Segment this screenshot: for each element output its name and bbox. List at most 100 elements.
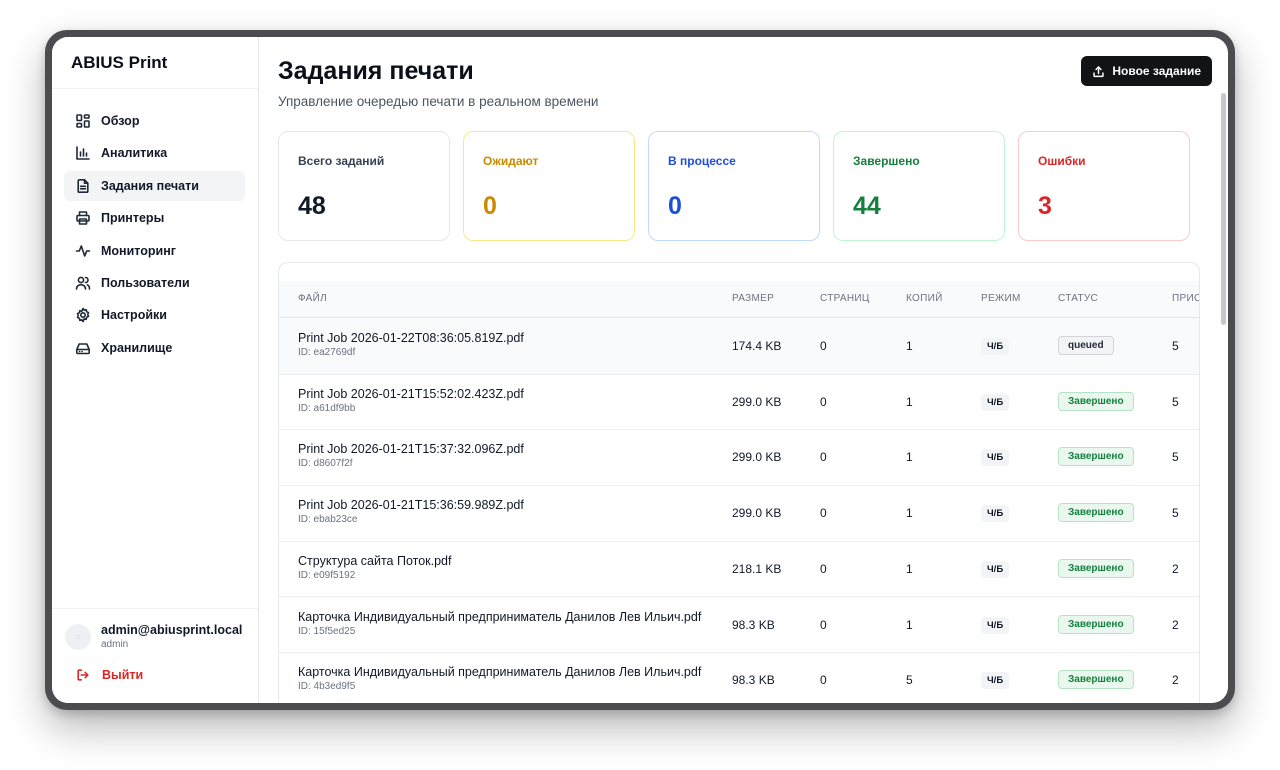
table-row[interactable]: Карточка Индивидуальный предприниматель … (279, 597, 1199, 653)
logout-icon (77, 669, 89, 681)
activity-icon (74, 242, 92, 260)
page-subtitle: Управление очередью печати в реальном вр… (278, 94, 599, 109)
jobs-table: ФАЙЛ РАЗМЕР СТРАНИЦ КОПИЙ РЕЖИМ СТАТУС П… (278, 262, 1200, 703)
size-cell: 299.0 KB (732, 394, 782, 409)
copies-cell: 1 (906, 506, 913, 521)
sidebar-item-label: Настройки (101, 308, 167, 323)
status-badge: Завершено (1058, 503, 1134, 523)
file-name[interactable]: Карточка Индивидуальный предприниматель … (298, 665, 701, 679)
sidebar: ABIUS Print Обзор Аналитика Задания печа… (52, 37, 259, 703)
stat-value: 3 (1038, 192, 1052, 220)
file-id: ID: 4b3ed9f5 (298, 681, 356, 693)
file-name[interactable]: Print Job 2026-01-21T15:36:59.989Z.pdf (298, 498, 524, 512)
new-job-button[interactable]: Новое задание (1081, 56, 1212, 86)
stat-card-pending: Ожидают 0 (463, 131, 635, 241)
pages-cell: 0 (820, 339, 827, 353)
table-row[interactable]: Структура сайта Поток.pdf ID: e09f5192 218… (279, 541, 1199, 598)
file-name[interactable]: Карточка Индивидуальный предприниматель … (298, 610, 701, 624)
column-header-size[interactable]: РАЗМЕР (732, 293, 774, 304)
mode-badge: Ч/Б (981, 505, 1010, 523)
copies-cell: 5 (906, 673, 913, 688)
stat-value: 44 (853, 192, 881, 220)
column-header-status[interactable]: СТАТУС (1058, 293, 1098, 304)
device-frame: ABIUS Print Обзор Аналитика Задания печа… (45, 30, 1235, 710)
pages-cell: 0 (820, 617, 827, 632)
stat-value: 0 (668, 192, 682, 220)
stat-card-completed: Завершено 44 (833, 131, 1005, 241)
sidebar-item-label: Принтеры (101, 211, 165, 226)
stat-card-total: Всего заданий 48 (278, 131, 450, 241)
table-row[interactable]: Print Job 2026-01-22T08:36:05.819Z.pdf ID… (279, 318, 1199, 375)
priority-cell: 2 (1172, 561, 1179, 576)
stat-label: В процессе (668, 154, 736, 168)
column-header-pages[interactable]: СТРАНИЦ (820, 293, 870, 304)
stat-label: Ошибки (1038, 154, 1086, 168)
file-name[interactable]: Print Job 2026-01-21T15:37:32.096Z.pdf (298, 442, 524, 456)
sidebar-item-settings[interactable]: Настройки (64, 300, 245, 330)
file-cell: Print Job 2026-01-22T08:36:05.819Z.pdf ID… (298, 331, 524, 358)
copies-cell: 1 (906, 617, 913, 632)
table-row[interactable]: Карточка Индивидуальный предприниматель … (279, 652, 1199, 703)
mode-badge: Ч/Б (981, 560, 1010, 578)
table-row[interactable]: Print Job 2026-01-21T15:52:02.423Z.pdf ID… (279, 374, 1199, 431)
sidebar-item-storage[interactable]: Хранилище (64, 333, 245, 363)
sidebar-item-overview[interactable]: Обзор (64, 106, 245, 136)
status-badge: Завершено (1058, 558, 1134, 578)
sidebar-item-print-jobs[interactable]: Задания печати (64, 170, 245, 201)
stat-value: 48 (298, 192, 326, 220)
hard-drive-icon (74, 339, 92, 357)
user-info: ◌ admin@abiusprint.local admin (65, 623, 242, 650)
sidebar-item-printers[interactable]: Принтеры (64, 203, 245, 233)
logout-button[interactable]: Выйти (76, 668, 143, 682)
column-header-file[interactable]: ФАЙЛ (298, 293, 327, 304)
user-panel: ◌ admin@abiusprint.local admin Выйти (52, 608, 258, 703)
stat-value: 0 (483, 192, 497, 220)
sidebar-item-users[interactable]: Пользователи (64, 268, 245, 298)
table-header: ФАЙЛ РАЗМЕР СТРАНИЦ КОПИЙ РЕЖИМ СТАТУС П… (279, 281, 1199, 318)
priority-cell: 5 (1172, 339, 1179, 353)
copies-cell: 1 (906, 339, 913, 353)
sidebar-item-analytics[interactable]: Аналитика (64, 138, 245, 168)
file-name[interactable]: Print Job 2026-01-22T08:36:05.819Z.pdf (298, 331, 524, 345)
sidebar-nav: Обзор Аналитика Задания печати Принтеры … (52, 89, 258, 363)
size-cell: 299.0 KB (732, 450, 782, 465)
file-cell: Структура сайта Поток.pdf ID: e09f5192 (298, 554, 452, 581)
sidebar-item-label: Мониторинг (101, 243, 176, 258)
file-cell: Карточка Индивидуальный предприниматель … (298, 610, 701, 637)
new-job-label: Новое задание (1112, 64, 1201, 78)
column-header-mode[interactable]: РЕЖИМ (981, 293, 1021, 304)
copies-cell: 1 (906, 561, 913, 576)
user-role: admin (101, 639, 129, 650)
scrollbar[interactable] (1221, 93, 1226, 325)
file-cell: Print Job 2026-01-21T15:36:59.989Z.pdf ID… (298, 498, 524, 525)
mode-badge: Ч/Б (981, 449, 1010, 467)
table-row[interactable]: Print Job 2026-01-21T15:37:32.096Z.pdf ID… (279, 429, 1199, 486)
priority-cell: 5 (1172, 394, 1179, 409)
file-id: ID: a61df9bb (298, 402, 356, 414)
priority-cell: 2 (1172, 617, 1179, 632)
app-window: ABIUS Print Обзор Аналитика Задания печа… (52, 37, 1228, 703)
page-title: Задания печати (278, 57, 474, 85)
sidebar-item-label: Хранилище (101, 340, 173, 355)
copies-cell: 1 (906, 450, 913, 465)
size-cell: 174.4 KB (732, 339, 782, 353)
sidebar-item-label: Задания печати (101, 178, 199, 193)
status-badge: Завершено (1058, 670, 1134, 690)
sidebar-item-monitoring[interactable]: Мониторинг (64, 236, 245, 266)
size-cell: 218.1 KB (732, 561, 782, 576)
table-row[interactable]: Print Job 2026-01-21T15:36:59.989Z.pdf ID… (279, 485, 1199, 542)
file-id: ID: ea2769df (298, 347, 356, 358)
mode-badge: Ч/Б (981, 616, 1010, 634)
brand-logo: ABIUS Print (52, 37, 258, 89)
column-header-priority[interactable]: ПРИС (1172, 293, 1199, 304)
status-badge: queued (1058, 336, 1114, 355)
sidebar-item-label: Пользователи (101, 275, 190, 290)
stat-label: Ожидают (483, 154, 539, 168)
file-id: ID: 15f5ed25 (298, 625, 356, 637)
file-name[interactable]: Структура сайта Поток.pdf (298, 554, 452, 568)
file-name[interactable]: Print Job 2026-01-21T15:52:02.423Z.pdf (298, 387, 524, 401)
pages-cell: 0 (820, 394, 827, 409)
grid-icon (74, 112, 92, 130)
mode-badge: Ч/Б (981, 338, 1010, 355)
column-header-copies[interactable]: КОПИЙ (906, 293, 943, 304)
